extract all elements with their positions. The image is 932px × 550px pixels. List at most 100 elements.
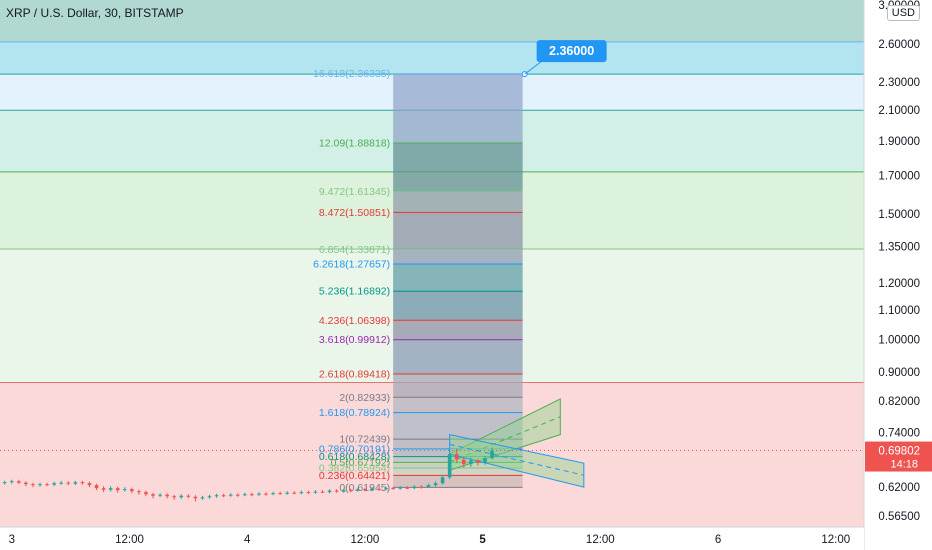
candle-body [38,484,42,486]
candle-body [87,483,92,486]
price-tick-label: 1.90000 [878,136,920,148]
candle-body [320,491,325,493]
price-axis: 2.60000 2.30000 2.10000 1.90000 1.70000 1.500… [863,0,932,550]
candle-body [356,489,360,491]
candle-body [405,487,410,489]
price-tick-label: 2.60000 [878,39,920,51]
chart-title: XRP / U.S. Dollar, 30, BITSTAMP [6,6,184,20]
candle-body [476,460,480,463]
fib-band [393,374,523,398]
candle-body [94,485,99,489]
time-tick-label: 12:00 [586,534,615,546]
candle-body [235,494,240,496]
candle-body [313,491,318,493]
candle-body [158,494,162,496]
candle-body [151,494,155,496]
candle-body [130,489,134,492]
candle-body [221,495,226,497]
candle-body [398,487,403,489]
candle-body [264,493,268,495]
candle-body [31,484,35,486]
candle-body [137,491,141,493]
fib-level-label: 12.09(1.88818) [319,138,390,150]
candle-body [17,481,21,483]
candle-body [200,497,205,499]
candle-body [440,477,445,484]
candle-body [384,488,388,490]
candle-body [370,488,374,491]
candle-body [144,492,148,495]
price-tick-label: 0.82000 [878,396,920,408]
candle-body [24,482,28,485]
candle-body [419,486,424,488]
fib-level-label: 6.2618(1.27657) [313,259,390,271]
candle-body [426,485,431,488]
fib-band [393,73,523,144]
candle-body [108,488,113,490]
price-tick-label: 0.56500 [878,511,920,523]
fib-band [393,397,523,413]
fib-band [393,468,523,476]
candle-body [306,492,311,494]
fib-level-label: 8.472(1.50851) [319,207,390,219]
candle-body [193,496,198,499]
price-tick-label: 1.50000 [878,209,920,221]
price-tick-label: 2.10000 [878,105,920,117]
fib-level-label: 6.854(1.33871) [319,244,390,256]
target-callout-label: 2.36000 [549,44,594,58]
fib-level-label: 2(0.82933) [339,392,390,404]
candle-body [327,490,332,493]
candle-body [73,482,78,484]
candle-body [101,488,106,490]
current-price-value: 0.69802 [878,446,920,458]
candle-body [348,490,353,492]
candle-body [207,496,212,498]
fib-band [393,475,523,488]
fib-level-label: 2.618(0.89418) [319,369,390,381]
candle-body [490,450,494,459]
current-price-countdown: 14:18 [890,459,918,471]
price-tick-label: 2.30000 [878,77,920,89]
candle-body [250,494,254,496]
fib-band [393,249,523,265]
price-tick-label: 1.10000 [878,305,920,317]
fib-level-label: 0.236(0.64421) [319,470,390,482]
time-tick-label: 6 [715,534,721,546]
price-chart[interactable]: 16.618(2.36335) 12.09(1.88818) 9.472(1.613… [0,0,932,550]
time-tick-label: 4 [244,534,251,546]
candle-body [2,482,7,484]
price-tick-label: 1.70000 [878,170,920,182]
candle-body [285,492,290,494]
candle-body [391,488,395,490]
candle-body [377,488,381,490]
fib-level-label: 1.618(0.78924) [319,407,390,419]
candle-body [59,482,64,484]
zone-band [0,41,864,75]
candle-body [454,454,459,460]
candle-body [80,482,85,484]
candle-body [186,495,191,497]
time-tick-label: 12:00 [351,534,380,546]
fib-band [393,143,523,192]
candle-body [363,489,367,491]
candle-body [66,482,71,484]
currency-badge[interactable]: USD [886,5,920,21]
candle-body [433,483,438,486]
time-tick-label: 12:00 [115,534,144,546]
candle-body [341,490,346,492]
time-tick-label: 5 [479,534,486,546]
price-tick-label: 1.35000 [878,242,920,254]
candle-body [483,458,487,463]
candle [447,450,452,480]
price-tick-label: 0.90000 [878,367,920,379]
candle-body [228,494,233,496]
fib-band [393,320,523,340]
candle-body [257,493,261,495]
candle-body [469,460,473,465]
price-tick-label: 0.62000 [878,482,920,494]
candle-body [172,496,177,498]
candle-body [271,493,275,495]
candle-body [447,454,452,478]
time-tick-label: 12:00 [821,534,850,546]
candle-body [122,489,127,491]
